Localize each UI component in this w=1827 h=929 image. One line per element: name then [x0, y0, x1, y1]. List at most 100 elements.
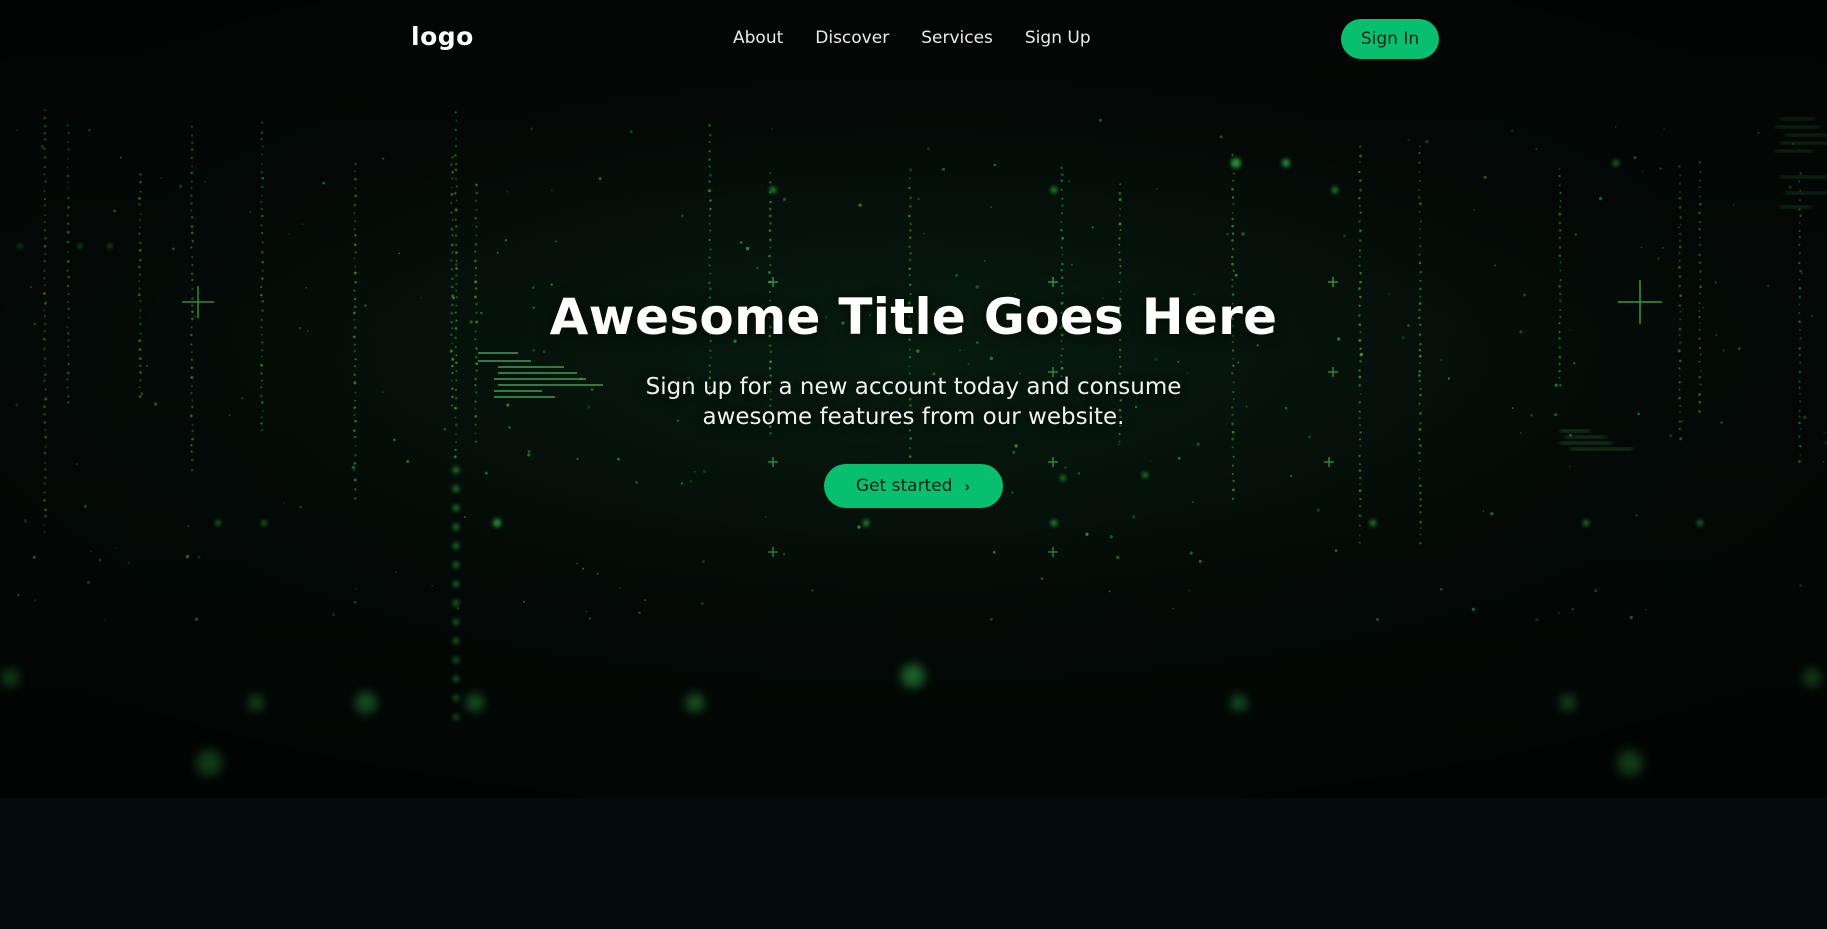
bg-dot — [1798, 235, 1801, 239]
bg-dot — [576, 562, 579, 565]
bg-dot — [909, 205, 912, 208]
bg-dot — [190, 134, 194, 137]
bg-dot — [66, 147, 70, 151]
bg-dot — [452, 561, 460, 569]
logo[interactable]: logo — [411, 22, 474, 51]
sign-in-button[interactable]: Sign In — [1341, 19, 1439, 59]
get-started-button[interactable]: Get started › — [824, 464, 1003, 508]
bg-dot — [1358, 219, 1361, 223]
bg-dot — [260, 162, 263, 165]
bg-dot — [43, 244, 47, 248]
bg-dot — [115, 547, 118, 549]
bg-dot — [455, 199, 458, 202]
bg-dot — [709, 199, 712, 202]
nav-link-discover[interactable]: Discover — [815, 28, 889, 48]
bg-dot — [1559, 199, 1562, 202]
bg-dot — [1334, 549, 1338, 552]
bg-dot — [1698, 161, 1701, 164]
bg-dot — [1116, 555, 1120, 560]
bg-dot — [455, 177, 457, 180]
bg-dot — [909, 228, 912, 232]
bg-code-line — [1785, 192, 1827, 194]
bg-dot — [1558, 236, 1561, 240]
bg-dot — [66, 230, 70, 234]
bg-dot — [190, 187, 193, 189]
bg-dot — [709, 248, 712, 251]
bg-dot — [1359, 161, 1361, 164]
bg-dot — [190, 209, 193, 212]
bg-dot — [113, 209, 116, 213]
bg-dot — [708, 238, 711, 241]
bg-dot — [1118, 251, 1121, 254]
bg-dot — [66, 124, 69, 127]
bg-dot — [452, 542, 460, 550]
bg-dot — [1358, 255, 1361, 258]
bg-dot — [1767, 284, 1770, 288]
bg-dot — [1358, 145, 1362, 148]
bg-dot — [745, 246, 750, 251]
bg-dot — [1418, 244, 1422, 248]
bg-dot — [451, 277, 454, 281]
bg-dot — [1418, 179, 1421, 182]
bg-dot — [301, 223, 304, 226]
bg-dot — [908, 177, 912, 180]
bg-dot — [1231, 247, 1235, 251]
bg-dot — [1558, 229, 1562, 232]
bg-dot — [1358, 239, 1362, 242]
bg-dot — [139, 190, 142, 193]
bg-dot — [1358, 534, 1361, 537]
bg-dot — [1678, 196, 1682, 200]
bg-dot — [43, 125, 47, 128]
bg-dot — [1419, 236, 1422, 239]
bg-dot — [1678, 275, 1682, 279]
bg-dot — [44, 284, 47, 287]
bg-dot — [43, 269, 46, 273]
bg-dot — [1109, 535, 1114, 539]
bg-dot — [187, 525, 190, 528]
nav-link-services[interactable]: Services — [921, 28, 993, 48]
bg-dot — [354, 265, 357, 268]
bg-dot — [190, 156, 193, 160]
bg-dot — [1119, 271, 1122, 275]
bg-dot — [765, 516, 767, 518]
bg-dot — [1051, 520, 1057, 526]
bg-dot — [768, 214, 772, 218]
bg-dot — [452, 637, 460, 645]
bg-dot — [1645, 609, 1647, 611]
bg-dot — [1359, 211, 1362, 214]
bg-dot — [1358, 264, 1361, 267]
bg-dot — [464, 516, 466, 519]
bg-dot — [1070, 263, 1073, 266]
nav-link-about[interactable]: About — [733, 28, 783, 48]
bg-dot — [1231, 255, 1234, 259]
bg-dot — [353, 220, 357, 223]
bg-dot — [137, 196, 141, 200]
bg-dot — [1061, 204, 1064, 207]
bg-dot — [191, 255, 194, 259]
bg-dot — [260, 138, 263, 141]
bg-dot — [261, 153, 263, 156]
bg-dot — [618, 586, 621, 589]
bg-dot — [1677, 265, 1681, 269]
bg-dot — [909, 196, 913, 200]
bg-dot — [1231, 239, 1234, 242]
bg-dot — [191, 240, 194, 243]
bg-dot — [43, 524, 46, 527]
bg-dot — [1231, 153, 1234, 156]
bg-dot — [769, 264, 772, 267]
bg-dot — [1511, 129, 1514, 133]
bg-dot — [139, 241, 142, 245]
nav-link-sign-up[interactable]: Sign Up — [1025, 28, 1091, 48]
bg-dot — [474, 242, 478, 246]
bg-dot — [1558, 167, 1561, 170]
bg-dot — [1799, 172, 1802, 175]
bg-dot — [260, 131, 264, 134]
bg-dot — [450, 186, 453, 189]
bg-dot — [1282, 159, 1290, 167]
bg-dot — [708, 165, 711, 168]
bg-dot — [782, 197, 787, 202]
bg-dot — [857, 525, 861, 529]
bg-dot — [260, 231, 264, 235]
bg-dot — [43, 156, 47, 159]
bg-dot — [455, 225, 458, 228]
